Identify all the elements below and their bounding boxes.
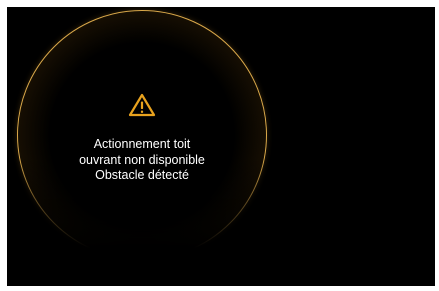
- alert-line-1: Actionnement toit: [93, 137, 191, 151]
- warning-triangle-icon: [128, 93, 156, 117]
- display-screen: Actionnement toit ouvrant non disponible…: [7, 7, 435, 286]
- alert-line-2: ouvrant non disponible: [79, 152, 205, 167]
- alert-message: Actionnement toit ouvrant non disponible…: [42, 137, 242, 184]
- alert-line-3: Obstacle détecté: [95, 168, 189, 182]
